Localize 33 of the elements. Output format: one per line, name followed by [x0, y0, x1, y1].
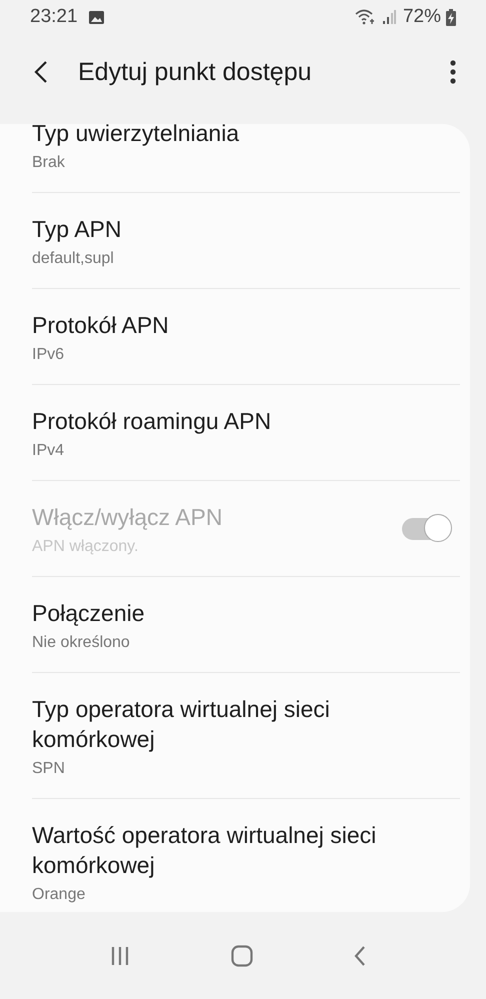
- settings-item[interactable]: Protokół APN IPv6: [32, 289, 460, 385]
- item-title: Typ APN: [32, 215, 122, 244]
- item-title: Typ uwierzytelniania: [32, 124, 240, 148]
- more-icon: [450, 60, 456, 84]
- item-title: Połączenie: [32, 599, 146, 628]
- signal-icon: [382, 10, 396, 24]
- settings-item[interactable]: Typ APN default,supl: [32, 193, 460, 289]
- home-icon[interactable]: [230, 944, 253, 966]
- page-title: Edytuj punkt dostępu: [78, 58, 312, 86]
- battery-charging-icon: [446, 8, 456, 26]
- item-title: Wartość operatora wirtualnej sieci komórkowej: [32, 821, 378, 880]
- item-value: Orange: [32, 886, 86, 904]
- item-title: Typ operatora wirtualnej sieci komórkowej: [32, 695, 331, 754]
- battery-level: 72%: [402, 6, 441, 28]
- settings-item[interactable]: Typ operatora wirtualnej sieci komórkowej SPN: [32, 673, 460, 799]
- settings-item[interactable]: Połączenie Nie określono: [32, 577, 460, 673]
- item-title: Protokół roamingu APN: [32, 407, 272, 436]
- item-value: IPv4: [32, 442, 66, 460]
- image-icon: [88, 10, 104, 24]
- item-value: Nie określono: [32, 634, 131, 652]
- item-title: Włącz/wyłącz APN: [32, 503, 224, 532]
- wifi-icon: [354, 9, 377, 25]
- item-value: IPv6: [32, 346, 66, 364]
- settings-item[interactable]: Wartość operatora wirtualnej sieci komórkowej Orange: [32, 799, 460, 912]
- recent-apps-icon[interactable]: [110, 946, 130, 966]
- status-time: 23:21: [30, 6, 78, 28]
- settings-item[interactable]: Protokół roamingu APN IPv4: [32, 385, 460, 481]
- settings-item[interactable]: Typ uwierzytelniania Brak: [32, 124, 460, 193]
- item-value: Brak: [32, 154, 66, 172]
- item-title: Protokół APN: [32, 311, 170, 340]
- item-value: SPN: [32, 760, 66, 778]
- back-icon[interactable]: [354, 946, 366, 966]
- item-value: default,supl: [32, 250, 115, 268]
